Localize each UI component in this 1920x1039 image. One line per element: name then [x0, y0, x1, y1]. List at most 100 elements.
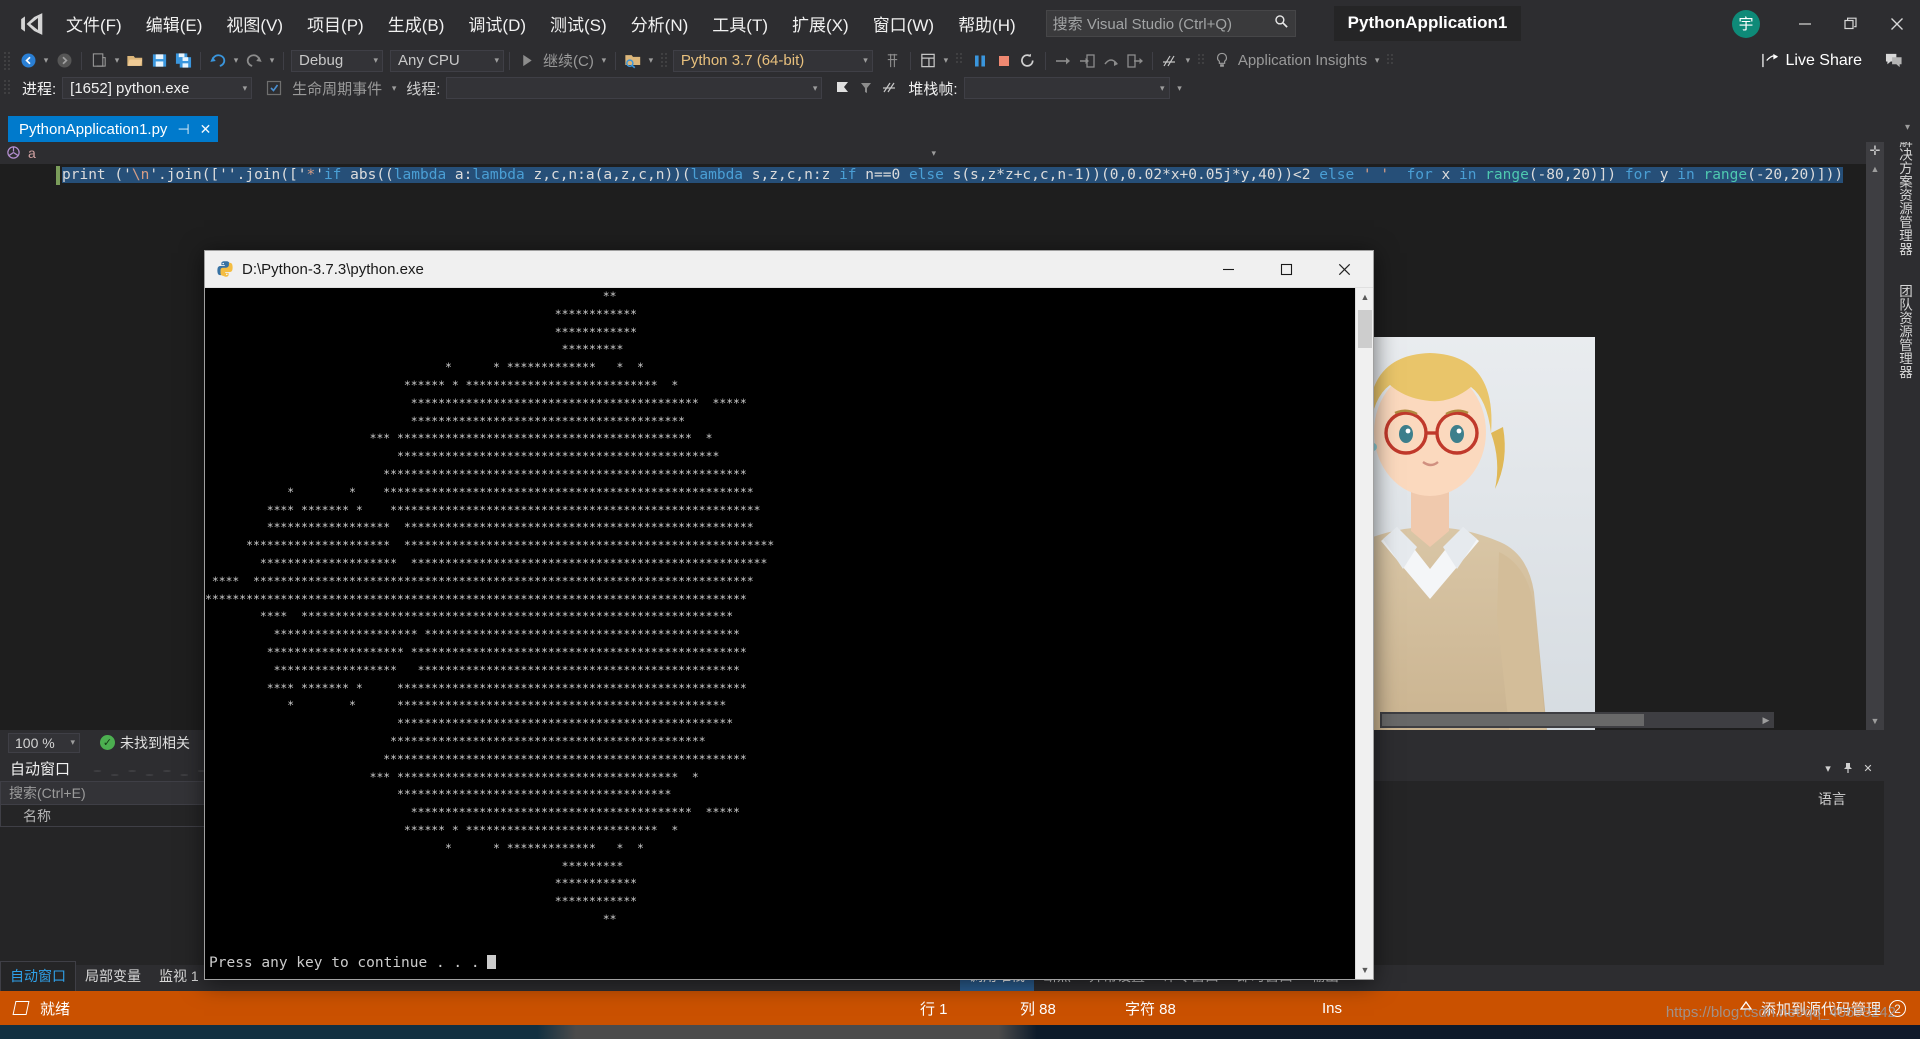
live-share-icon[interactable]: [1760, 49, 1782, 73]
lifecycle-events-dropdown-icon[interactable]: ▾: [388, 76, 400, 100]
navbar-symbol-combo[interactable]: a ▾: [0, 143, 942, 163]
console-vertical-scrollbar[interactable]: ▲ ▼: [1355, 288, 1373, 979]
navigate-forward-icon[interactable]: [52, 49, 76, 73]
intellitrace-dropdown-icon[interactable]: ▾: [1182, 49, 1194, 73]
sidebar-item-team-explorer[interactable]: 团队资源管理器: [1894, 274, 1914, 389]
redo-icon[interactable]: [242, 49, 266, 73]
navigate-backward-dropdown-icon[interactable]: ▾: [40, 49, 52, 73]
open-file-icon[interactable]: [123, 49, 147, 73]
stop-button[interactable]: [992, 49, 1016, 73]
zoom-level-combo[interactable]: 100 % ▾: [8, 732, 80, 753]
menu-file[interactable]: 文件(F): [56, 6, 132, 41]
undo-icon[interactable]: [206, 49, 230, 73]
navigate-backward-icon[interactable]: [16, 49, 40, 73]
menu-debug[interactable]: 调试(D): [458, 6, 536, 41]
platform-combo[interactable]: Any CPU ▾: [390, 49, 504, 72]
console-title-bar[interactable]: D:\Python-3.7.3\python.exe: [205, 251, 1373, 288]
continue-play-icon[interactable]: [515, 49, 539, 73]
flag-filter-icon[interactable]: [854, 76, 878, 100]
continue-dropdown-icon[interactable]: ▾: [598, 49, 610, 73]
scrollbar-thumb[interactable]: [1382, 714, 1644, 726]
menu-project[interactable]: 项目(P): [297, 6, 374, 41]
python-console-window[interactable]: D:\Python-3.7.3\python.exe ** **********…: [204, 250, 1374, 980]
toolbar-grip[interactable]: [660, 51, 670, 71]
menu-build[interactable]: 生成(B): [378, 6, 455, 41]
live-share-label[interactable]: Live Share: [1782, 52, 1867, 70]
close-button[interactable]: [1874, 6, 1920, 42]
split-view-icon[interactable]: ✛: [1866, 142, 1884, 160]
toolbar-grip[interactable]: [3, 51, 13, 71]
panel-close-icon[interactable]: ✕: [1858, 757, 1878, 779]
minimize-button[interactable]: [1782, 6, 1828, 42]
continue-label[interactable]: 继续(C): [539, 50, 598, 71]
menu-edit[interactable]: 编辑(E): [136, 6, 213, 41]
sidebar-item-solution-explorer[interactable]: 解决方案资源管理器: [1894, 124, 1914, 266]
debug-windows-icon[interactable]: [916, 49, 940, 73]
menu-help[interactable]: 帮助(H): [948, 6, 1026, 41]
debug-windows-dropdown-icon[interactable]: ▾: [940, 49, 952, 73]
console-minimize-button[interactable]: [1199, 251, 1257, 288]
restart-button[interactable]: [1016, 49, 1040, 73]
menu-view[interactable]: 视图(V): [216, 6, 293, 41]
lifecycle-events-icon[interactable]: [262, 76, 286, 100]
flag-just-my-code-icon[interactable]: [830, 76, 854, 100]
scroll-up-icon[interactable]: ▲: [1356, 288, 1374, 306]
new-project-icon[interactable]: [87, 49, 111, 73]
python-env-icon[interactable]: [881, 49, 905, 73]
step-out-icon[interactable]: [1123, 49, 1147, 73]
avatar[interactable]: 宇: [1732, 9, 1760, 38]
lifecycle-events-label[interactable]: 生命周期事件: [286, 78, 388, 99]
menu-tools[interactable]: 工具(T): [702, 6, 778, 41]
panel-pin-icon[interactable]: [1838, 757, 1858, 779]
attach-dropdown-icon[interactable]: ▾: [645, 49, 657, 73]
tab-locals[interactable]: 局部变量: [76, 962, 150, 991]
code-line-1[interactable]: print ('\n'.join([''.join(['*'if abs((la…: [62, 167, 1844, 183]
pause-button[interactable]: [968, 49, 992, 73]
menu-analyze[interactable]: 分析(N): [621, 6, 699, 41]
tab-overflow-icon[interactable]: ▾: [1905, 122, 1910, 133]
interpreter-combo[interactable]: Python 3.7 (64-bit) ▾: [672, 49, 873, 72]
redo-dropdown-icon[interactable]: ▾: [266, 49, 278, 73]
debugbar-overflow-icon[interactable]: ▾: [1174, 76, 1186, 100]
intellitrace-icon[interactable]: [1158, 49, 1182, 73]
configuration-combo[interactable]: Debug ▾: [291, 49, 383, 72]
application-insights-dropdown-icon[interactable]: ▾: [1371, 49, 1383, 73]
toolbar-grip[interactable]: [1197, 51, 1207, 71]
application-insights-label[interactable]: Application Insights: [1234, 52, 1371, 69]
toolbar-grip[interactable]: [1386, 51, 1396, 71]
undo-dropdown-icon[interactable]: ▾: [230, 49, 242, 73]
lightbulb-icon[interactable]: [1210, 49, 1234, 73]
step-over-icon[interactable]: [1099, 49, 1123, 73]
editor-horizontal-scrollbar[interactable]: ▶: [1380, 712, 1774, 728]
show-next-statement-icon[interactable]: [1051, 49, 1075, 73]
console-output-area[interactable]: ** ************ ************ ********* *…: [205, 288, 1373, 979]
process-combo[interactable]: [1652] python.exe ▾: [62, 77, 253, 99]
console-maximize-button[interactable]: [1257, 251, 1315, 288]
scroll-down-icon[interactable]: ▼: [1356, 961, 1374, 979]
document-tab-pythonapplication1[interactable]: PythonApplication1.py ⊣ ✕: [8, 116, 219, 142]
save-all-icon[interactable]: [171, 49, 195, 73]
scroll-up-icon[interactable]: ▲: [1866, 160, 1884, 178]
pin-icon[interactable]: ⊣: [177, 121, 189, 138]
scroll-down-icon[interactable]: ▼: [1866, 712, 1884, 730]
step-into-icon[interactable]: [1075, 49, 1099, 73]
restore-button[interactable]: [1828, 6, 1874, 42]
console-close-button[interactable]: [1315, 251, 1373, 288]
attach-to-process-icon[interactable]: [621, 49, 645, 73]
search-input[interactable]: 搜索 Visual Studio (Ctrl+Q): [1045, 10, 1296, 37]
tab-watch-1[interactable]: 监视 1: [150, 962, 208, 991]
save-icon[interactable]: [147, 49, 171, 73]
stackframe-combo[interactable]: ▾: [963, 77, 1170, 99]
stackframe-toggle-icon[interactable]: [878, 76, 902, 100]
feedback-icon[interactable]: [1882, 49, 1906, 73]
close-icon[interactable]: ✕: [200, 121, 212, 138]
editor-vertical-scrollbar[interactable]: ✛ ▲ ▼: [1866, 142, 1884, 730]
toolbar-grip[interactable]: [3, 78, 13, 98]
menu-extensions[interactable]: 扩展(X): [782, 6, 859, 41]
toolbar-grip[interactable]: [955, 51, 965, 71]
new-project-dropdown-icon[interactable]: ▾: [111, 49, 123, 73]
menu-test[interactable]: 测试(S): [540, 6, 617, 41]
menu-window[interactable]: 窗口(W): [863, 6, 944, 41]
panel-dropdown-icon[interactable]: ▾: [1818, 757, 1838, 779]
scroll-right-icon[interactable]: ▶: [1758, 712, 1774, 728]
